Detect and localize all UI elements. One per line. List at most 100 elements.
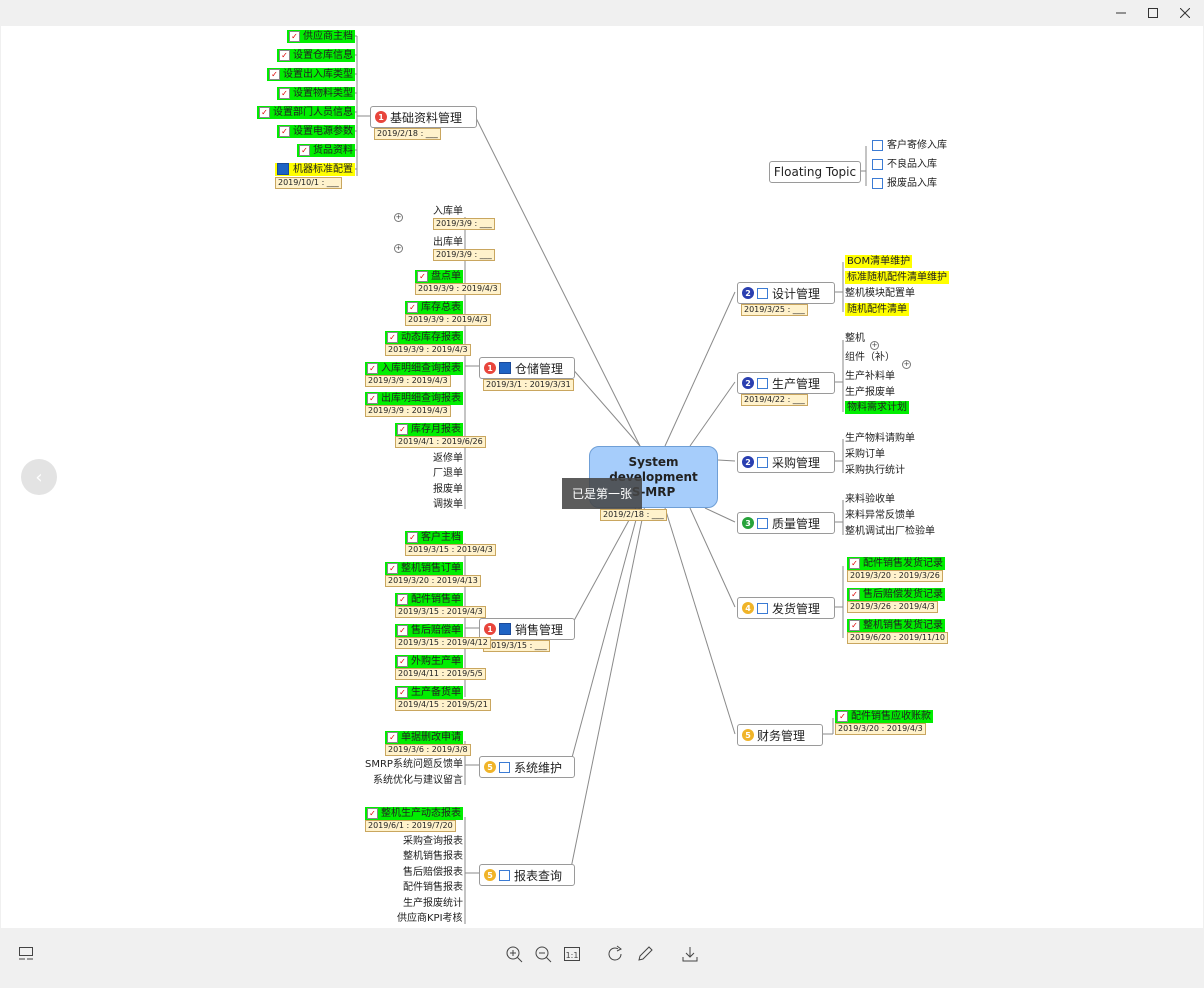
task-checkbox-icon: ✓ <box>289 30 300 42</box>
subtopic[interactable]: ✓ 售后赔偿单 <box>395 624 463 637</box>
topic-label: 配件销售应收账款 <box>851 711 931 722</box>
subtopic[interactable]: 标准随机配件清单维护 <box>845 271 949 284</box>
subtopic[interactable]: 报废单 <box>433 483 463 496</box>
subtopic[interactable]: 出库单 <box>433 236 463 249</box>
branch-caigou[interactable]: 2 采购管理 <box>737 451 835 473</box>
topic-label: 配件销售报表 <box>403 882 463 893</box>
branch-jichu[interactable]: 1 基础资料管理 <box>370 106 477 128</box>
subtopic[interactable]: ✓ 售后赔偿发货记录 <box>847 588 945 601</box>
subtopic[interactable]: ✓ 整机销售订单 <box>385 562 463 575</box>
subtopic[interactable]: ✓ 单据删改申请 <box>385 731 463 744</box>
subtopic[interactable]: 生产报废统计 <box>403 897 463 910</box>
subtopic[interactable]: ✓ 入库明细查询报表 <box>365 362 463 375</box>
topic-label: 采购订单 <box>845 449 885 460</box>
topic-label: 供应商KPI考核 <box>397 913 463 924</box>
floating-subtopic[interactable]: 客户寄修入库 <box>872 139 947 152</box>
branch-zhiliang[interactable]: 3 质量管理 <box>737 512 835 534</box>
subtopic[interactable]: 整机销售报表 <box>403 850 463 863</box>
branch-caiwu[interactable]: 5 财务管理 <box>737 724 823 746</box>
floating-topic[interactable]: Floating Topic <box>769 161 861 183</box>
actual-size-button[interactable]: 1:1 <box>560 942 584 966</box>
subtopic[interactable]: ✓ 整机销售发货记录 <box>847 619 945 632</box>
subtopic[interactable]: ✓ 动态库存报表 <box>385 331 463 344</box>
branch-xiaoshou[interactable]: 1 销售管理 <box>479 618 575 640</box>
subtopic[interactable]: ✓ 货品资料 <box>297 144 355 157</box>
subtopic[interactable]: ✓ 生产备货单 <box>395 686 463 699</box>
subtopic[interactable]: ✓ 库存月报表 <box>395 423 463 436</box>
topic-label: 外购生产单 <box>411 656 461 667</box>
subtopic[interactable]: 售后赔偿报表 <box>403 866 463 879</box>
subtopic[interactable]: ✓ 设置出入库类型 <box>267 68 355 81</box>
subtopic[interactable]: ✓ 客户主档 <box>405 531 463 544</box>
subtopic[interactable]: SMRP系统问题反馈单 <box>365 758 463 771</box>
subtopic[interactable]: ✓ 配件销售应收账款 <box>835 710 933 723</box>
subtopic[interactable]: ✓ 配件销售单 <box>395 593 463 606</box>
branch-fahuo[interactable]: 4 发货管理 <box>737 597 835 619</box>
subtopic[interactable]: ✓ 出库明细查询报表 <box>365 392 463 405</box>
subtopic[interactable]: ✓ 配件销售发货记录 <box>847 557 945 570</box>
subtopic[interactable]: BOM清单维护 <box>845 255 913 268</box>
rotate-button[interactable] <box>604 942 628 966</box>
subtopic[interactable]: 返修单 <box>433 452 463 465</box>
expand-toggle-icon[interactable]: + <box>394 213 403 222</box>
subtopic[interactable]: 系统优化与建议留言 <box>373 774 463 787</box>
subtopic[interactable]: 配件销售报表 <box>403 881 463 894</box>
subtopic[interactable]: 入库单 <box>433 205 463 218</box>
subtopic[interactable]: 采购查询报表 <box>403 835 463 848</box>
actual-size-icon: 1:1 <box>564 947 580 961</box>
subtopic[interactable]: 整机模块配置单 <box>845 287 915 300</box>
subtopic[interactable]: ✓ 设置物料类型 <box>277 87 355 100</box>
zoom-in-button[interactable] <box>502 942 526 966</box>
previous-button[interactable]: ‹ <box>21 459 57 495</box>
subtopic[interactable]: 整机调试出厂检验单 <box>845 525 935 538</box>
subtopic[interactable]: 组件（补） <box>845 351 895 364</box>
subtopic[interactable]: 机器标准配置 <box>275 163 355 176</box>
expand-toggle-icon[interactable]: + <box>902 360 911 369</box>
subtopic[interactable]: 来料验收单 <box>845 493 895 506</box>
branch-baobiao[interactable]: 5 报表查询 <box>479 864 575 886</box>
subtopic[interactable]: 生产报废单 <box>845 386 895 399</box>
edit-button[interactable] <box>633 942 657 966</box>
priority-5-icon: 5 <box>484 761 496 773</box>
task-checkbox-icon: ✓ <box>367 392 378 404</box>
subtopic[interactable]: 调拨单 <box>433 498 463 511</box>
subtopic[interactable]: 随机配件清单 <box>845 303 909 316</box>
subtopic[interactable]: 物料需求计划 <box>845 401 909 414</box>
subtopic[interactable]: 生产补料单 <box>845 370 895 383</box>
zoom-out-icon <box>535 946 552 963</box>
branch-cangchu[interactable]: 1 仓储管理 <box>479 357 575 379</box>
subtopic[interactable]: ✓ 外购生产单 <box>395 655 463 668</box>
date-range: 2019/3/15 : 2019/4/12 <box>395 637 491 649</box>
subtopic[interactable]: 整机 <box>845 332 865 345</box>
subtopic[interactable]: ✓ 设置电源参数 <box>277 125 355 138</box>
subtopic[interactable]: 来料异常反馈单 <box>845 509 915 522</box>
subtopic[interactable]: ✓ 设置仓库信息 <box>277 49 355 62</box>
subtopic[interactable]: 生产物料请购单 <box>845 432 915 445</box>
floating-subtopic[interactable]: 不良品入库 <box>872 158 937 171</box>
subtopic[interactable]: ✓ 整机生产动态报表 <box>365 807 463 820</box>
maximize-icon <box>1148 8 1158 18</box>
expand-toggle-icon[interactable]: + <box>870 341 879 350</box>
branch-sheji[interactable]: 2 设计管理 <box>737 282 835 304</box>
subtopic[interactable]: ✓ 盘点单 <box>415 270 463 283</box>
branch-shengchan[interactable]: 2 生产管理 <box>737 372 835 394</box>
subtopic[interactable]: 供应商KPI考核 <box>397 912 463 925</box>
zoom-out-button[interactable] <box>531 942 555 966</box>
minimize-button[interactable] <box>1106 0 1136 26</box>
subtopic[interactable]: ✓ 供应商主档 <box>287 30 355 43</box>
floating-subtopic[interactable]: 报废品入库 <box>872 177 937 190</box>
download-icon <box>682 947 698 962</box>
layout-toggle-button[interactable] <box>14 942 38 966</box>
subtopic[interactable]: ✓ 库存总表 <box>405 301 463 314</box>
zoom-in-icon <box>506 946 523 963</box>
mindmap-canvas[interactable]: System development S-MRP 2019/2/18 : ___ Flo… <box>1 26 1203 928</box>
subtopic[interactable]: 采购执行统计 <box>845 464 905 477</box>
maximize-button[interactable] <box>1138 0 1168 26</box>
download-button[interactable] <box>678 942 702 966</box>
branch-xitong[interactable]: 5 系统维护 <box>479 756 575 778</box>
subtopic[interactable]: 采购订单 <box>845 448 885 461</box>
close-button[interactable] <box>1170 0 1200 26</box>
subtopic[interactable]: ✓ 设置部门人员信息 <box>257 106 355 119</box>
expand-toggle-icon[interactable]: + <box>394 244 403 253</box>
subtopic[interactable]: 厂退单 <box>433 467 463 480</box>
